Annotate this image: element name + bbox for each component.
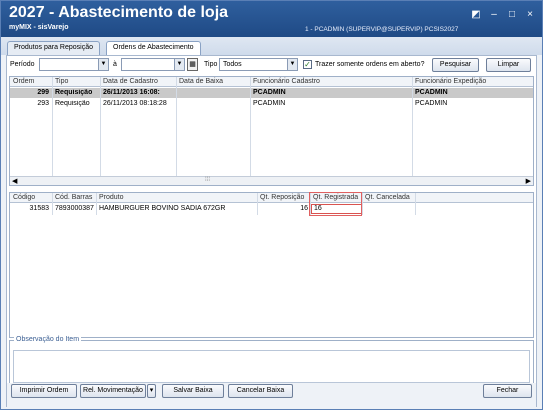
tab-ordens-abastecimento[interactable]: Ordens de Abastecimento <box>106 41 201 55</box>
report-dropdown-icon[interactable]: ▾ <box>147 384 156 398</box>
minimize-icon[interactable]: – <box>488 9 500 20</box>
tab-bar: Produtos para Reposição Ordens de Abaste… <box>1 37 542 55</box>
app-window: 2027 - Abastecimento de loja myMIX - sis… <box>0 0 543 410</box>
filter-bar: Período ▼ à ▼ ▦ Tipo Todos ▼ ✓ Trazer so… <box>7 56 536 74</box>
column-divider <box>415 193 416 215</box>
open-only-label: Trazer somente ordens em aberto? <box>315 61 425 68</box>
col-func-cadastro[interactable]: Funcionário Cadastro <box>253 78 320 85</box>
app-subtitle: myMIX - sisVarejo <box>9 24 69 31</box>
periodo-to-picker[interactable]: ▼ <box>121 58 185 71</box>
col-tipo[interactable]: Tipo <box>55 78 68 85</box>
tab-produtos-reposicao[interactable]: Produtos para Reposição <box>7 41 100 55</box>
col-cod-barras[interactable]: Cód. Barras <box>55 194 92 201</box>
scroll-thumb-grip-icon[interactable]: ⁞⁞⁞ <box>205 177 210 183</box>
calendar-icon[interactable]: ▦ <box>187 58 198 71</box>
column-divider <box>412 77 413 185</box>
column-divider <box>52 193 53 215</box>
a-label: à <box>113 61 117 68</box>
observacao-group: Observação do Item <box>9 336 534 386</box>
orders-table-header: Ordem Tipo Data de Cadastro Data de Baix… <box>10 77 533 87</box>
open-only-checkbox[interactable]: ✓ <box>303 60 312 69</box>
chevron-down-icon[interactable]: ▼ <box>98 59 108 70</box>
items-table-header: Código Cód. Barras Produto Qt. Reposição… <box>10 193 533 203</box>
tipo-select[interactable]: Todos ▼ <box>219 58 298 71</box>
orders-horizontal-scrollbar[interactable]: ◀ ⁞⁞⁞ ▶ <box>10 176 533 185</box>
column-divider <box>362 193 363 215</box>
col-produto[interactable]: Produto <box>99 194 124 201</box>
col-data-cadastro[interactable]: Data de Cadastro <box>103 78 158 85</box>
col-ordem[interactable]: Ordem <box>13 78 34 85</box>
close-icon[interactable]: × <box>524 9 536 20</box>
column-divider <box>96 193 97 215</box>
col-data-baixa[interactable]: Data de Baixa <box>179 78 223 85</box>
table-row[interactable]: 293 Requisição 26/11/2013 08:18:28 PCADM… <box>10 99 533 109</box>
highlight-box <box>309 192 362 216</box>
orders-table: Ordem Tipo Data de Cadastro Data de Baix… <box>9 76 534 186</box>
col-qt-reposicao[interactable]: Qt. Reposição <box>260 194 304 201</box>
search-button[interactable]: Pesquisar <box>432 58 479 72</box>
column-divider <box>250 77 251 185</box>
user-info: 1 - PCADMIN (SUPERVIP@SUPERVIP) PCSIS202… <box>305 26 459 33</box>
title-bar: 2027 - Abastecimento de loja myMIX - sis… <box>1 1 542 37</box>
observacao-label: Observação do Item <box>14 336 82 343</box>
col-qt-cancelada[interactable]: Qt. Cancelada <box>365 194 410 201</box>
report-movimentacao-button[interactable]: Rel. Movimentação <box>80 384 146 398</box>
column-divider <box>52 77 53 185</box>
items-table: Código Cód. Barras Produto Qt. Reposição… <box>9 192 534 338</box>
column-divider <box>100 77 101 185</box>
cancel-baixa-button[interactable]: Cancelar Baixa <box>228 384 293 398</box>
periodo-from-picker[interactable]: ▼ <box>39 58 109 71</box>
table-row[interactable]: 299 Requisição 26/11/2013 16:08: PCADMIN… <box>10 88 533 98</box>
periodo-label: Período <box>10 61 35 68</box>
maximize-icon[interactable]: □ <box>506 9 518 20</box>
clear-button[interactable]: Limpar <box>486 58 531 72</box>
save-baixa-button[interactable]: Salvar Baixa <box>162 384 224 398</box>
scroll-right-icon[interactable]: ▶ <box>526 177 531 185</box>
window-title: 2027 - Abastecimento de loja <box>9 4 229 21</box>
tipo-label: Tipo <box>204 61 218 68</box>
scroll-left-icon[interactable]: ◀ <box>12 177 17 185</box>
table-row[interactable]: 31583 7893000387 HAMBURGUER BOVINO SADIA… <box>10 204 533 214</box>
column-divider <box>176 77 177 185</box>
restore-icon[interactable]: ◩ <box>470 9 482 20</box>
window-controls: ◩ – □ × <box>470 9 536 20</box>
tab-content-panel: Período ▼ à ▼ ▦ Tipo Todos ▼ ✓ Trazer so… <box>6 55 537 407</box>
column-divider <box>257 193 258 215</box>
print-order-button[interactable]: Imprimir Ordem <box>11 384 77 398</box>
observacao-input[interactable] <box>13 350 530 383</box>
chevron-down-icon[interactable]: ▼ <box>174 59 184 70</box>
col-codigo[interactable]: Código <box>13 194 35 201</box>
chevron-down-icon[interactable]: ▼ <box>287 59 297 70</box>
footer-bar: Imprimir Ordem Rel. Movimentação ▾ Salva… <box>7 383 536 407</box>
col-func-expedicao[interactable]: Funcionário Expedição <box>415 78 486 85</box>
close-button[interactable]: Fechar <box>483 384 532 398</box>
